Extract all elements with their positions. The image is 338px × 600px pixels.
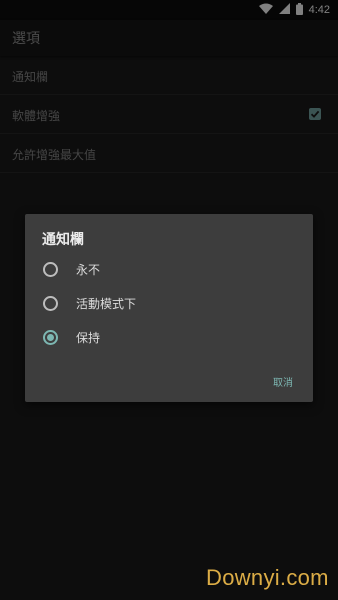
watermark: Downyi.com [206,565,329,590]
option-keep[interactable]: 保持 [25,320,313,354]
dialog-title: 通知欄 [42,232,84,248]
radio-selected-icon[interactable] [43,330,58,345]
option-label: 活動模式下 [76,297,137,311]
option-active-mode[interactable]: 活動模式下 [25,286,313,320]
screen: 4:42 選項 通知欄 軟體增強 允許增強最大值 通知欄 永不 活動模式下 保持… [0,0,338,600]
option-label: 保持 [76,331,101,345]
notification-bar-dialog: 通知欄 永不 活動模式下 保持 取消 [25,214,313,402]
radio-icon[interactable] [43,262,58,277]
radio-dot [47,334,54,341]
option-never[interactable]: 永不 [25,252,313,286]
option-label: 永不 [76,263,101,277]
cancel-button[interactable]: 取消 [273,374,293,389]
radio-icon[interactable] [43,296,58,311]
